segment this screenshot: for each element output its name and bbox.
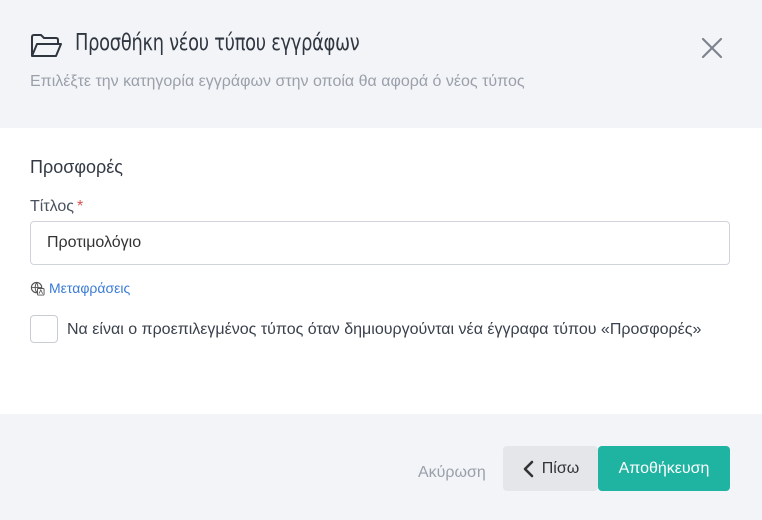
dialog-title: Προσθήκη νέου τύπου εγγράφων: [75, 30, 360, 56]
default-type-checkbox-label[interactable]: Να είναι ο προεπιλεγμένος τύπος όταν δημ…: [67, 316, 727, 344]
globe-icon: [30, 281, 45, 296]
translations-link[interactable]: Μεταφράσεις: [30, 280, 130, 296]
dialog-footer: Ακύρωση Πίσω Αποθήκευση: [0, 414, 762, 520]
title-field-label: Τίτλος *: [30, 198, 83, 216]
category-name: Προσφορές: [30, 157, 123, 177]
close-icon[interactable]: [698, 34, 726, 62]
back-button-label: Πίσω: [541, 459, 580, 477]
dialog-subtitle: Επιλέξτε την κατηγορία εγγράφων στην οπο…: [30, 73, 525, 90]
translations-link-text[interactable]: Μεταφράσεις: [49, 280, 130, 296]
save-button[interactable]: Αποθήκευση: [598, 446, 730, 491]
default-type-checkbox[interactable]: [30, 315, 58, 343]
required-mark: *: [77, 198, 84, 215]
dialog-header: Προσθήκη νέου τύπου εγγράφων Επιλέξτε τη…: [0, 0, 762, 128]
title-input[interactable]: [30, 221, 730, 265]
chevron-left-icon: [523, 460, 534, 477]
cancel-button[interactable]: Ακύρωση: [418, 458, 486, 488]
add-document-type-dialog: Προσθήκη νέου τύπου εγγράφων Επιλέξτε τη…: [0, 0, 762, 520]
folder-open-icon: [31, 34, 62, 57]
title-label-text: Τίτλος: [30, 198, 75, 215]
back-button[interactable]: Πίσω: [503, 446, 598, 491]
dialog-body: Προσφορές Τίτλος* Μεταφράσεις Να είναι ο…: [0, 128, 762, 414]
